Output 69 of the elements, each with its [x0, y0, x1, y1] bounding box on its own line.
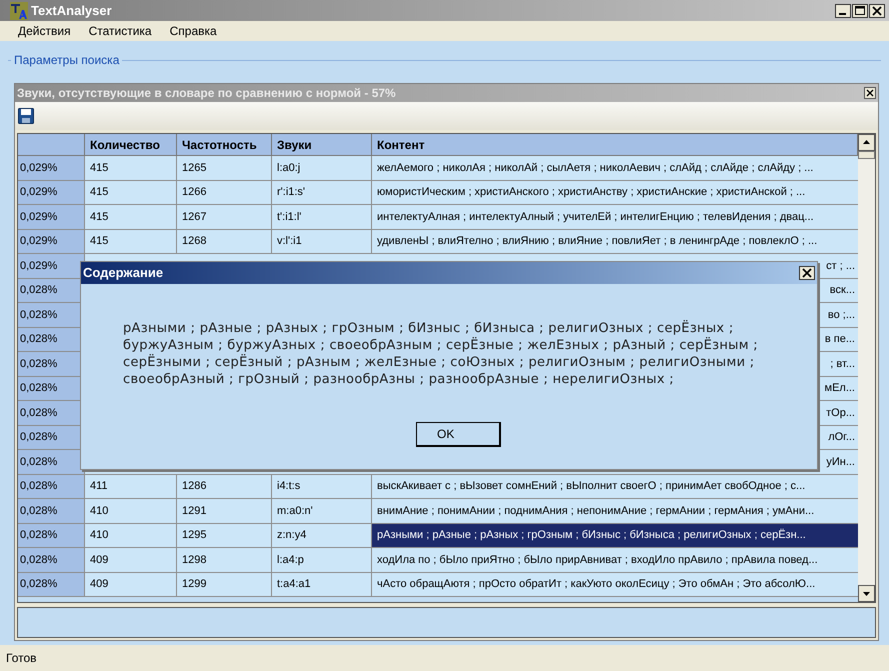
menu-item[interactable]: Статистика — [88, 22, 152, 40]
table-cell: 1298 — [177, 548, 272, 572]
window-title: TextAnalyser — [31, 2, 112, 20]
column-header[interactable]: Частотность — [177, 134, 272, 155]
table-cell: удивленЫ ; влиЯтелно ; влиЯнию ; влиЯние ; повлиЯет ; в ленингрАде ; повлеклО ; ... — [372, 230, 858, 253]
table-cell: 1268 — [177, 230, 272, 253]
close-icon[interactable] — [869, 4, 885, 18]
table-cell: интелектуАлная ; интелектуАлный ; учителЕй ; интелигЕнцию ; телевИдения ; двац... — [372, 205, 858, 228]
column-header[interactable]: Звуки — [272, 134, 372, 155]
table-cell: r':i1:s' — [272, 180, 372, 204]
table-cell: 415 — [85, 156, 177, 180]
table-cell: 410 — [85, 499, 177, 522]
row-header: 0,029% — [18, 205, 85, 228]
table-cell: 1291 — [177, 499, 272, 522]
table-cell: t':i1:l' — [272, 205, 372, 228]
table-cell: 1299 — [177, 572, 272, 596]
table-cell: 411 — [85, 474, 177, 498]
table-cell: z:n:y4 — [272, 524, 372, 547]
row-header: 0,028% — [18, 548, 85, 572]
row-header: 0,028% — [18, 450, 85, 474]
column-header[interactable]: Количество — [85, 134, 177, 155]
table-cell: чАсто обращАютя ; прОсто обратИт ; какУюто околЕсицу ; Это обмАн ; Это абсолЮ... — [372, 572, 858, 596]
row-header: 0,029% — [18, 156, 85, 180]
row-header: 0,029% — [18, 230, 85, 253]
status-text: Готов — [6, 650, 37, 667]
table-cell: 415 — [85, 205, 177, 228]
table-cell: l:a4:p — [272, 548, 372, 572]
table-cell: v:l':i1 — [272, 230, 372, 253]
table-cell: 415 — [85, 180, 177, 204]
table-cell: 1286 — [177, 474, 272, 498]
scroll-thumb[interactable] — [858, 151, 875, 159]
table-cell: i4:t:s — [272, 474, 372, 498]
panel-title: Звуки, отсутствующие в словаре по сравнению с нормой - 57% — [17, 85, 396, 102]
close-icon[interactable] — [799, 266, 815, 280]
table-cell: 1267 — [177, 205, 272, 228]
table-cell: 1266 — [177, 180, 272, 204]
save-icon[interactable] — [18, 108, 34, 124]
scroll-down-icon[interactable] — [858, 585, 875, 602]
scrollbar[interactable] — [858, 134, 875, 602]
row-header: 0,029% — [18, 180, 85, 204]
minimize-icon[interactable] — [835, 4, 851, 18]
row-header: 0,028% — [18, 524, 85, 547]
table-cell: выскАкивает с ; вЫзовет сомнЕний ; вЫполнит своегО ; принимАет свобОдное ; с... — [372, 474, 858, 498]
close-icon[interactable] — [864, 87, 876, 99]
table-cell: 409 — [85, 548, 177, 572]
menu-item[interactable]: Действия — [18, 22, 71, 40]
table-cell: юмористИческим ; христиАнского ; христиАнству ; христиАнские ; христиАнской ; ... — [372, 180, 858, 204]
group-legend: Параметры поиска — [14, 51, 120, 69]
row-header: 0,028% — [18, 572, 85, 596]
maximize-icon[interactable] — [852, 4, 868, 18]
app-logo-icon — [10, 2, 28, 20]
table-cell: рАзными ; рАзные ; рАзных ; грОзным ; бИзныс ; бИзныса ; религиОзных ; серЁзн... — [372, 524, 858, 547]
scroll-up-icon[interactable] — [858, 134, 875, 151]
table-cell: 409 — [85, 572, 177, 596]
row-header: 0,028% — [18, 474, 85, 498]
table-cell: l:a0:j — [272, 156, 372, 180]
table-cell: ходИла по ; бЫло приЯтно ; бЫло прирАвниват ; входИло прАвило ; прАвила повед... — [372, 548, 858, 572]
table-cell: m:a0:n' — [272, 499, 372, 522]
table-cell: 415 — [85, 230, 177, 253]
table-cell: 1295 — [177, 524, 272, 547]
table-cell: 1265 — [177, 156, 272, 180]
table-cell: желАемого ; николАя ; николАй ; сылАетя ; николАевич ; слАйд ; слАйде ; слАйду ; ... — [372, 156, 858, 180]
table-cell: внимАние ; понимАнии ; поднимАния ; непонимАние ; гермАнии ; гермАния ; умАни... — [372, 499, 858, 522]
ok-button[interactable]: OK — [416, 422, 501, 447]
table-cell: t:a4:a1 — [272, 572, 372, 596]
table-cell: 410 — [85, 524, 177, 547]
row-header: 0,028% — [18, 499, 85, 522]
row-header: 0,029% — [18, 254, 85, 278]
menu-item[interactable]: Справка — [170, 22, 217, 40]
